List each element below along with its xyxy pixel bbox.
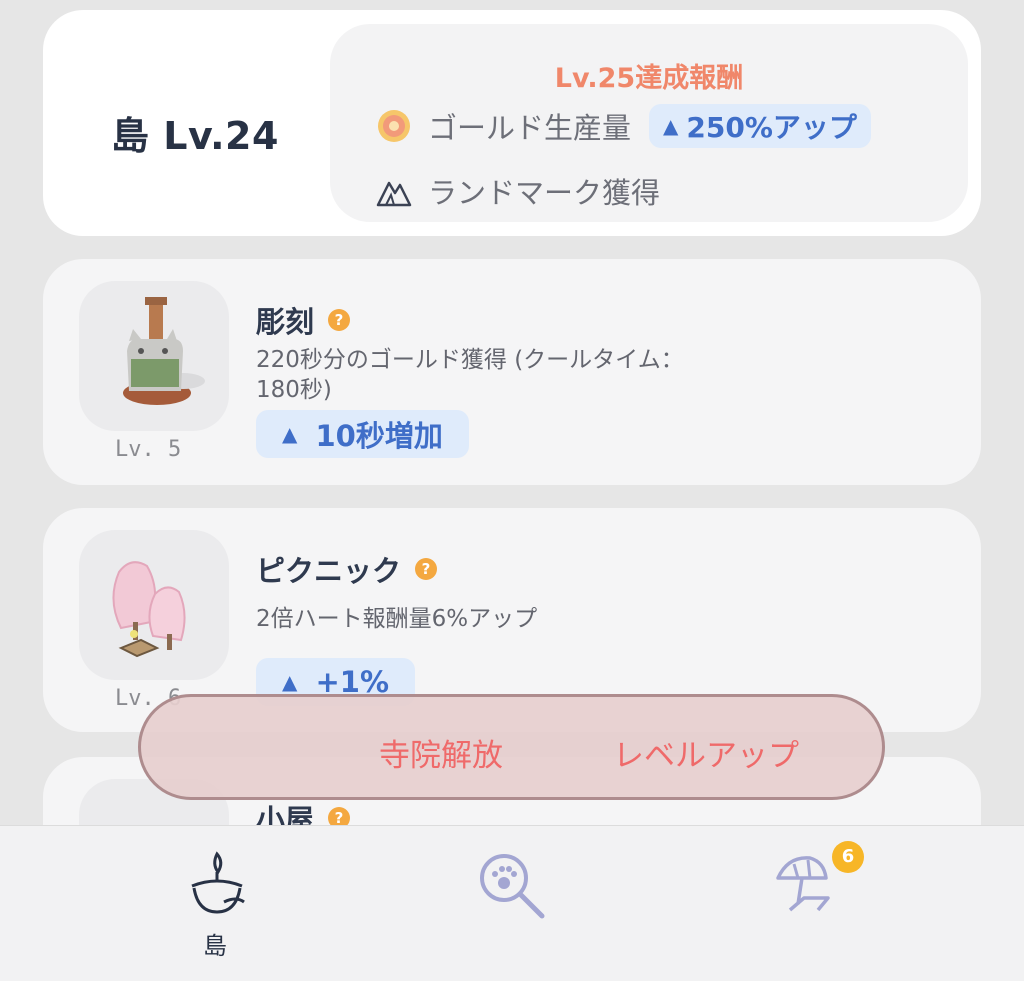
cherry-blossom-trees-icon: [112, 561, 186, 658]
tab-vacation[interactable]: [774, 852, 834, 918]
tab-search[interactable]: [476, 850, 548, 926]
island-level-card: 島 Lv.24 Lv.25達成報酬 ゴールド生産量 ▲ 250%アップ ランドマー…: [43, 10, 981, 236]
item-title: 彫刻 ?: [256, 299, 351, 341]
list-item-sculpture[interactable]: Lv. 5 彫刻 ? 220秒分のゴールド獲得 (クールタイム： 180秒) ▲…: [43, 259, 981, 485]
reward-gold-badge: ▲ 250%アップ: [649, 104, 871, 148]
unlock-temple-button[interactable]: 寺院解放: [379, 730, 503, 775]
item-level: Lv. 5: [115, 437, 182, 462]
tab-island-label: 島: [203, 932, 227, 960]
tab-island[interactable]: [184, 846, 250, 922]
reward-row-landmark: ランドマーク獲得: [376, 170, 660, 212]
reward-row-gold: ゴールド生産量 ▲ 250%アップ: [376, 104, 871, 148]
item-description: 220秒分のゴールド獲得 (クールタイム： 180秒): [256, 347, 684, 403]
landmark-mountain-icon: [376, 181, 412, 207]
island-level-title: 島 Lv.24: [111, 114, 279, 158]
gold-coin-icon: [378, 110, 410, 142]
item-title: ピクニック ?: [256, 548, 438, 590]
help-icon[interactable]: ?: [328, 309, 351, 331]
next-level-reward-panel: Lv.25達成報酬 ゴールド生産量 ▲ 250%アップ ランドマーク獲得: [330, 24, 968, 222]
reward-landmark-label: ランドマーク獲得: [428, 176, 661, 210]
item-thumbnail: [79, 281, 229, 431]
item-description: 2倍ハート報酬量6%アップ: [256, 606, 538, 632]
notification-badge: 6: [832, 841, 864, 873]
level-up-button[interactable]: レベルアップ: [613, 730, 799, 775]
item-thumbnail: [79, 530, 229, 680]
bottom-tab-bar: 島 6: [0, 825, 1024, 981]
reward-gold-label: ゴールド生産量: [428, 111, 632, 145]
cat-statue-icon: [123, 297, 205, 405]
island-cup-icon: [191, 851, 245, 914]
reward-title: Lv.25達成報酬: [554, 63, 744, 94]
item-upgrade-badge: ▲ 10秒増加: [256, 410, 469, 458]
action-bar: 寺院解放 レベルアップ: [138, 694, 885, 800]
beach-umbrella-icon: [776, 856, 830, 912]
help-icon[interactable]: ?: [415, 558, 438, 580]
paw-magnifier-icon: [480, 854, 545, 919]
